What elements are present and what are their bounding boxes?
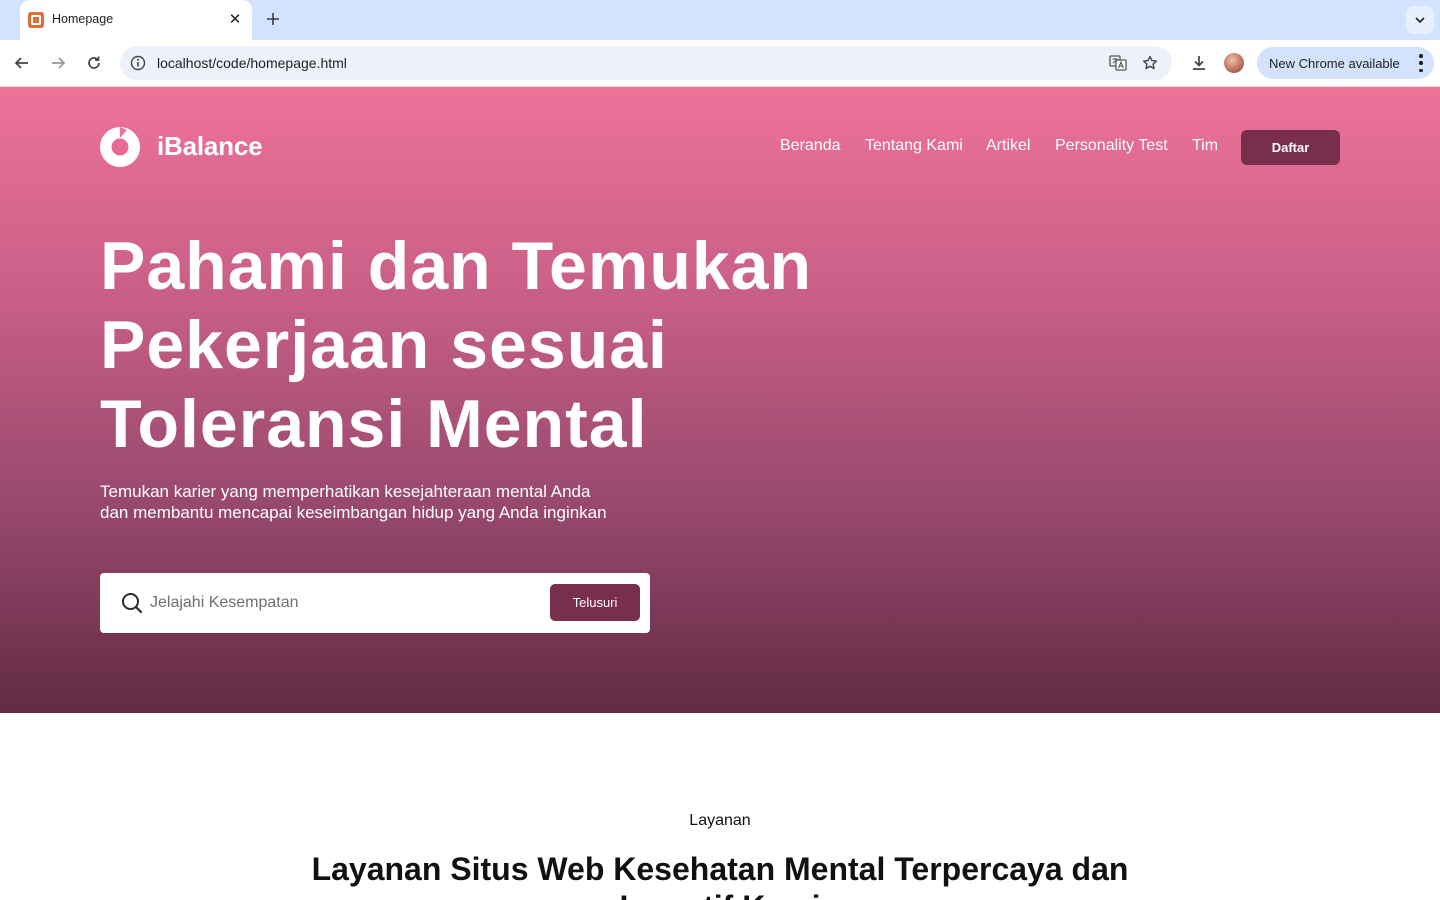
url-text[interactable]: localhost/code/homepage.html bbox=[157, 55, 347, 71]
hero-title-line: Pekerjaan sesuai bbox=[100, 307, 668, 383]
search-input[interactable] bbox=[150, 591, 530, 615]
reload-icon bbox=[88, 56, 100, 69]
translate-icon[interactable] bbox=[1108, 53, 1128, 73]
hero-title: Pahami dan Temukan Pekerjaan sesuai Tole… bbox=[100, 227, 920, 464]
star-icon[interactable] bbox=[1140, 53, 1160, 73]
services-title: Layanan Situs Web Kesehatan Mental Terpe… bbox=[311, 851, 1129, 900]
tab-search-button[interactable] bbox=[1406, 6, 1434, 34]
nav-link-tim[interactable]: Tim bbox=[1192, 137, 1218, 155]
kebab-menu-icon[interactable] bbox=[1418, 54, 1424, 72]
daftar-button[interactable]: Daftar bbox=[1241, 130, 1340, 165]
hero-subtitle-line: dan membantu mencapai keseimbangan hidup… bbox=[100, 503, 607, 522]
hero-title-line: Pahami dan Temukan bbox=[100, 228, 813, 304]
services-eyebrow: Layanan bbox=[689, 812, 751, 829]
forward-arrow-icon bbox=[52, 57, 66, 69]
chrome-update-button[interactable]: New Chrome available bbox=[1257, 47, 1434, 79]
page-favicon-icon bbox=[28, 12, 44, 28]
nav-link-beranda[interactable]: Beranda bbox=[780, 137, 841, 155]
download-icon[interactable] bbox=[1187, 51, 1211, 75]
search-icon bbox=[122, 593, 143, 614]
new-tab-button[interactable] bbox=[262, 9, 284, 31]
brand-name[interactable]: iBalance bbox=[157, 131, 263, 162]
hero-subtitle: Temukan karier yang memperhatikan keseja… bbox=[100, 481, 660, 523]
telusuri-button[interactable]: Telusuri bbox=[550, 584, 640, 621]
forward-button[interactable] bbox=[46, 51, 70, 75]
tab-title: Homepage bbox=[52, 12, 114, 26]
tab-strip: Homepage ✕ bbox=[0, 0, 1440, 40]
chevron-down-icon bbox=[1415, 17, 1425, 24]
hero-title-line: Toleransi Mental bbox=[100, 386, 648, 462]
nav-link-personality-test[interactable]: Personality Test bbox=[1055, 137, 1168, 155]
site-info-icon[interactable] bbox=[128, 53, 148, 73]
back-arrow-icon bbox=[14, 57, 28, 69]
back-button[interactable] bbox=[10, 51, 34, 75]
avatar[interactable] bbox=[1224, 53, 1244, 73]
hero-subtitle-line: Temukan karier yang memperhatikan keseja… bbox=[100, 482, 591, 501]
address-bar[interactable]: localhost/code/homepage.html bbox=[120, 46, 1172, 80]
close-icon[interactable]: ✕ bbox=[226, 11, 244, 29]
ibalance-logo-icon[interactable] bbox=[100, 127, 140, 167]
search-box: Telusuri bbox=[100, 573, 650, 633]
nav-link-artikel[interactable]: Artikel bbox=[986, 137, 1030, 155]
chrome-update-label: New Chrome available bbox=[1269, 56, 1400, 71]
hero-section: iBalance Beranda Tentang Kami Artikel Pe… bbox=[0, 87, 1440, 713]
reload-button[interactable] bbox=[82, 51, 106, 75]
tab-homepage[interactable]: Homepage ✕ bbox=[20, 0, 252, 40]
plus-icon bbox=[267, 13, 279, 25]
nav-link-tentang-kami[interactable]: Tentang Kami bbox=[865, 137, 963, 155]
